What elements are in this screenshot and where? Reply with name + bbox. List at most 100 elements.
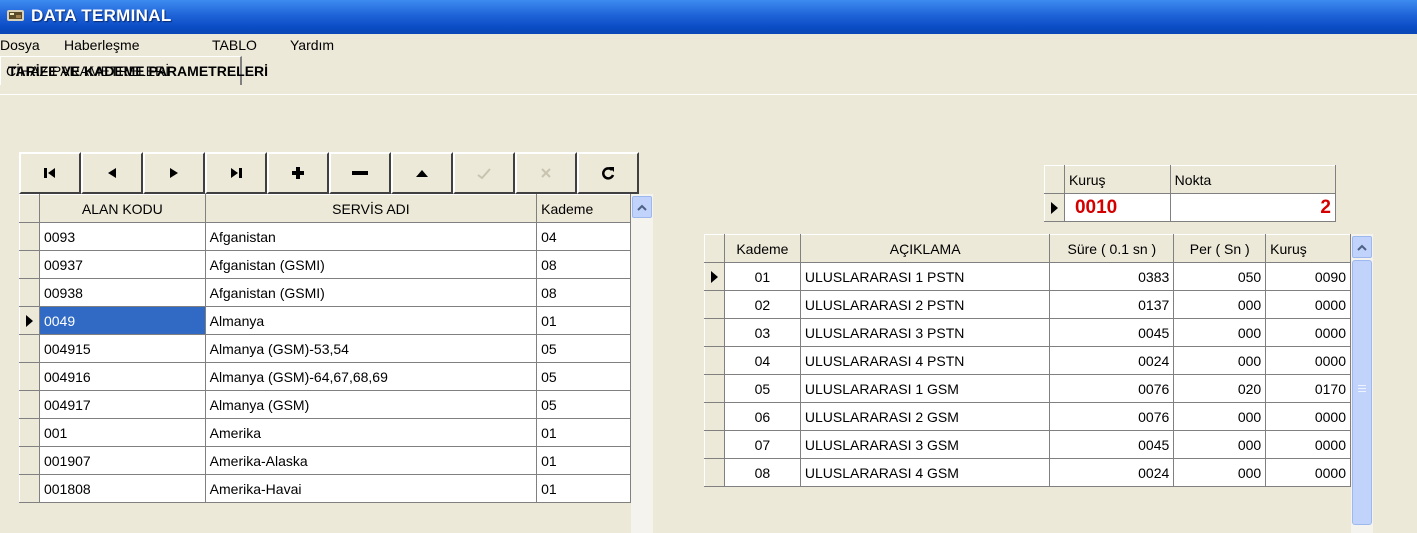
kurus-nokta-grid[interactable]: Kuruş Nokta 0010 2 xyxy=(1044,165,1337,222)
cell-alan-kodu[interactable]: 004917 xyxy=(38,390,206,419)
cell-kademe[interactable]: 01 xyxy=(536,418,631,447)
kademe-grid[interactable]: Kademe AÇIKLAMA Süre ( 0.1 sn ) Per ( Sn… xyxy=(704,234,1351,487)
cell-servis-adi[interactable]: Afganistan (GSMI) xyxy=(204,278,538,307)
cell-kurus[interactable]: 0170 xyxy=(1265,374,1351,403)
nav-edit-button[interactable] xyxy=(391,152,453,194)
col-aciklama[interactable]: AÇIKLAMA xyxy=(799,234,1051,263)
cell-sure[interactable]: 0076 xyxy=(1049,374,1175,403)
cell-servis-adi[interactable]: Almanya (GSM)-53,54 xyxy=(204,334,538,363)
cell-kademe[interactable]: 05 xyxy=(536,334,631,363)
cell-kademe[interactable]: 01 xyxy=(536,474,631,503)
area-code-grid[interactable]: ALAN KODU SERVİS ADI Kademe 0093 Afganis… xyxy=(19,194,631,503)
cell-aciklama[interactable]: ULUSLARARASI 3 PSTN xyxy=(799,318,1051,347)
cell-sure[interactable]: 0383 xyxy=(1049,262,1175,291)
table-row[interactable]: 02 ULUSLARARASI 2 PSTN 0137 000 0000 xyxy=(704,290,1351,319)
cell-sure[interactable]: 0045 xyxy=(1049,430,1175,459)
cell-per[interactable]: 000 xyxy=(1173,458,1267,487)
scroll-thumb[interactable] xyxy=(1352,260,1372,525)
cell-sure[interactable]: 0045 xyxy=(1049,318,1175,347)
table-row[interactable]: 001907 Amerika-Alaska 01 xyxy=(19,446,631,475)
nav-insert-button[interactable] xyxy=(267,152,329,194)
cell-per[interactable]: 000 xyxy=(1173,318,1267,347)
cell-alan-kodu[interactable]: 004916 xyxy=(38,362,206,391)
cell-kademe[interactable]: 05 xyxy=(723,374,801,403)
nav-first-button[interactable] xyxy=(19,152,81,194)
table-row-current[interactable]: 01 ULUSLARARASI 1 PSTN 0383 050 0090 xyxy=(704,262,1351,291)
cell-kademe[interactable]: 08 xyxy=(536,278,631,307)
cell-alan-kodu[interactable]: 00937 xyxy=(38,250,206,279)
cell-kademe[interactable]: 08 xyxy=(723,458,801,487)
cell-aciklama[interactable]: ULUSLARARASI 3 GSM xyxy=(799,430,1051,459)
table-row[interactable]: 004916 Almanya (GSM)-64,67,68,69 05 xyxy=(19,362,631,391)
kurus-value[interactable]: 0010 xyxy=(1063,193,1171,222)
menu-yardim[interactable]: Yardım xyxy=(290,37,334,53)
scroll-up-button[interactable] xyxy=(632,196,652,218)
cell-servis-adi[interactable]: Almanya (GSM) xyxy=(204,390,538,419)
cell-sure[interactable]: 0024 xyxy=(1049,346,1175,375)
table-row[interactable]: 001 Amerika 01 xyxy=(19,418,631,447)
cell-servis-adi[interactable]: Almanya (GSM)-64,67,68,69 xyxy=(204,362,538,391)
cell-per[interactable]: 050 xyxy=(1173,262,1267,291)
cell-kademe[interactable]: 03 xyxy=(723,318,801,347)
table-row[interactable]: 06 ULUSLARARASI 2 GSM 0076 000 0000 xyxy=(704,402,1351,431)
cell-aciklama[interactable]: ULUSLARARASI 2 GSM xyxy=(799,402,1051,431)
table-row[interactable]: 08 ULUSLARARASI 4 GSM 0024 000 0000 xyxy=(704,458,1351,487)
cell-aciklama[interactable]: ULUSLARARASI 2 PSTN xyxy=(799,290,1051,319)
cell-kademe[interactable]: 06 xyxy=(723,402,801,431)
cell-sure[interactable]: 0024 xyxy=(1049,458,1175,487)
cell-kademe[interactable]: 05 xyxy=(536,390,631,419)
cell-per[interactable]: 000 xyxy=(1173,290,1267,319)
cell-servis-adi[interactable]: Afganistan xyxy=(204,222,538,251)
nav-last-button[interactable] xyxy=(205,152,267,194)
table-row[interactable]: 00937 Afganistan (GSMI) 08 xyxy=(19,250,631,279)
cell-sure[interactable]: 0076 xyxy=(1049,402,1175,431)
cell-aciklama[interactable]: ULUSLARARASI 4 PSTN xyxy=(799,346,1051,375)
table-row-selected[interactable]: 0049 Almanya 01 xyxy=(19,306,631,335)
table-row[interactable]: 001808 Amerika-Havai 01 xyxy=(19,474,631,503)
cell-alan-kodu[interactable]: 004915 xyxy=(38,334,206,363)
table-row[interactable]: 07 ULUSLARARASI 3 GSM 0045 000 0000 xyxy=(704,430,1351,459)
cell-alan-kodu[interactable]: 00938 xyxy=(38,278,206,307)
col-sure[interactable]: Süre ( 0.1 sn ) xyxy=(1049,234,1175,263)
cell-kurus[interactable]: 0090 xyxy=(1265,262,1351,291)
cell-kademe[interactable]: 04 xyxy=(723,346,801,375)
cell-aciklama[interactable]: ULUSLARARASI 1 GSM xyxy=(799,374,1051,403)
left-grid-scrollbar[interactable] xyxy=(631,194,653,533)
cell-aciklama[interactable]: ULUSLARARASI 1 PSTN xyxy=(799,262,1051,291)
cell-kademe[interactable]: 05 xyxy=(536,362,631,391)
cell-kademe[interactable]: 08 xyxy=(536,250,631,279)
menu-haberlesme[interactable]: Haberleşme xyxy=(64,37,139,53)
nav-refresh-button[interactable] xyxy=(577,152,639,194)
cell-alan-kodu[interactable]: 001 xyxy=(38,418,206,447)
col-alan-kodu[interactable]: ALAN KODU xyxy=(38,194,206,223)
nav-next-button[interactable] xyxy=(143,152,205,194)
table-row[interactable]: 05 ULUSLARARASI 1 GSM 0076 020 0170 xyxy=(704,374,1351,403)
nav-delete-button[interactable] xyxy=(329,152,391,194)
nav-prior-button[interactable] xyxy=(81,152,143,194)
scroll-up-button[interactable] xyxy=(1352,236,1372,258)
nav-post-button[interactable] xyxy=(453,152,515,194)
cell-kurus[interactable]: 0000 xyxy=(1265,458,1351,487)
table-row[interactable]: 004917 Almanya (GSM) 05 xyxy=(19,390,631,419)
col-per[interactable]: Per ( Sn ) xyxy=(1173,234,1267,263)
menu-dosya[interactable]: Dosya xyxy=(0,37,40,53)
cell-sure[interactable]: 0137 xyxy=(1049,290,1175,319)
col-kurus[interactable]: Kuruş xyxy=(1063,165,1171,194)
col-kademe[interactable]: Kademe xyxy=(723,234,801,263)
kurus-nokta-row[interactable]: 0010 2 xyxy=(1044,193,1337,222)
cell-alan-kodu[interactable]: 001808 xyxy=(38,474,206,503)
cell-kademe[interactable]: 04 xyxy=(536,222,631,251)
table-row[interactable]: 04 ULUSLARARASI 4 PSTN 0024 000 0000 xyxy=(704,346,1351,375)
table-row[interactable]: 00938 Afganistan (GSMI) 08 xyxy=(19,278,631,307)
cell-servis-adi[interactable]: Amerika-Alaska xyxy=(204,446,538,475)
cell-servis-adi[interactable]: Almanya xyxy=(204,306,538,335)
cell-servis-adi[interactable]: Amerika-Havai xyxy=(204,474,538,503)
cell-kademe[interactable]: 01 xyxy=(536,306,631,335)
cell-per[interactable]: 000 xyxy=(1173,430,1267,459)
table-row[interactable]: 004915 Almanya (GSM)-53,54 05 xyxy=(19,334,631,363)
cell-kademe[interactable]: 01 xyxy=(723,262,801,291)
cell-per[interactable]: 020 xyxy=(1173,374,1267,403)
title-bar[interactable]: DATA TERMINAL xyxy=(0,0,1417,34)
col-kademe[interactable]: Kademe xyxy=(536,194,631,223)
menu-tablo[interactable]: TABLO xyxy=(212,37,257,53)
